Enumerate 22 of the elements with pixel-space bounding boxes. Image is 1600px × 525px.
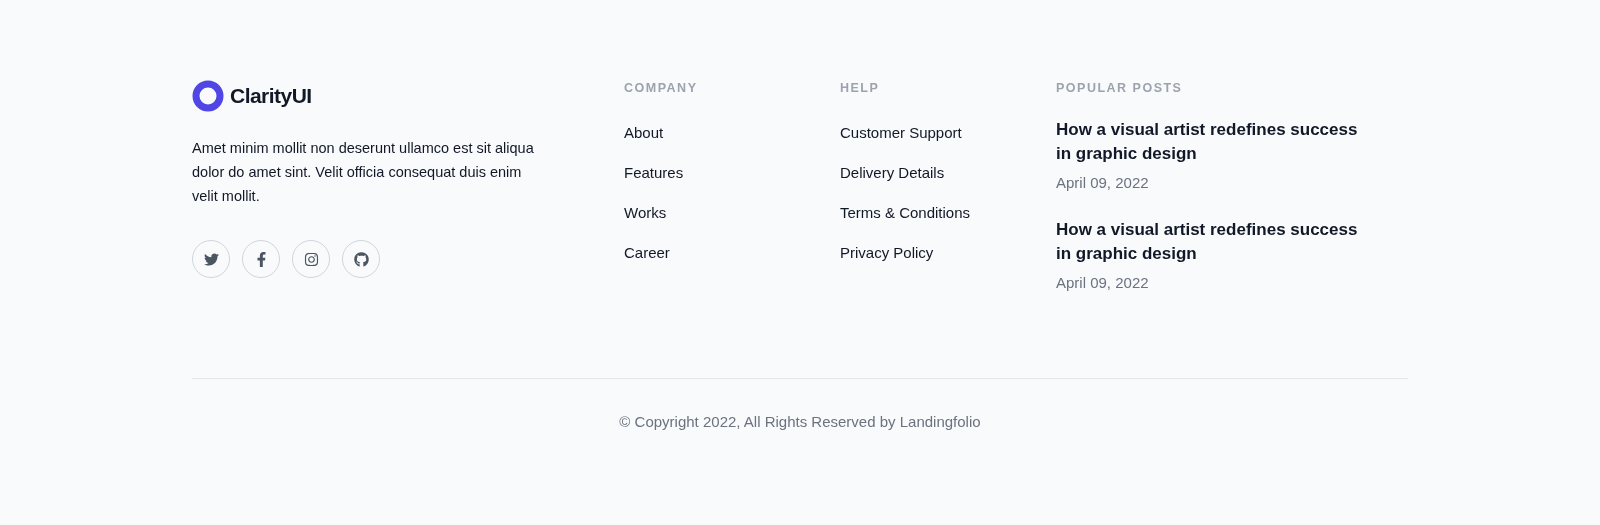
footer-link[interactable]: Works <box>624 202 840 224</box>
brand-name: ClarityUI <box>230 83 312 110</box>
brand-description: Amet minim mollit non deserunt ullamco est sit aliqua dolor do amet sint. Velit officia consequat duis enim velit mollit. <box>192 139 535 206</box>
copyright-text: © Copyright 2022, All Rights Reserved by Landingfolio <box>618 412 982 432</box>
footer-link[interactable]: Features <box>624 162 840 184</box>
instagram-icon <box>303 251 319 267</box>
post-date: April 09, 2022 <box>1056 173 1150 193</box>
footer-link[interactable]: Customer Support <box>840 122 1056 144</box>
footer-link[interactable]: About <box>624 122 840 144</box>
logo-icon <box>192 80 224 112</box>
footer-link[interactable]: Terms & Conditions <box>840 202 1056 224</box>
column-heading: HELP <box>840 80 881 96</box>
post-title[interactable]: How a visual artist redefines success in graphic design <box>1056 218 1366 266</box>
footer-link[interactable]: Career <box>624 242 840 264</box>
footer-link[interactable]: Delivery Details <box>840 162 1056 184</box>
twitter-icon <box>203 251 219 267</box>
column-heading: COMPANY <box>624 80 699 96</box>
post-date: April 09, 2022 <box>1056 273 1150 293</box>
column-heading: POPULAR POSTS <box>1056 80 1184 96</box>
footer-link[interactable]: Privacy Policy <box>840 242 1056 264</box>
post-title[interactable]: How a visual artist redefines success in graphic design <box>1056 118 1366 166</box>
github-icon <box>353 251 369 267</box>
